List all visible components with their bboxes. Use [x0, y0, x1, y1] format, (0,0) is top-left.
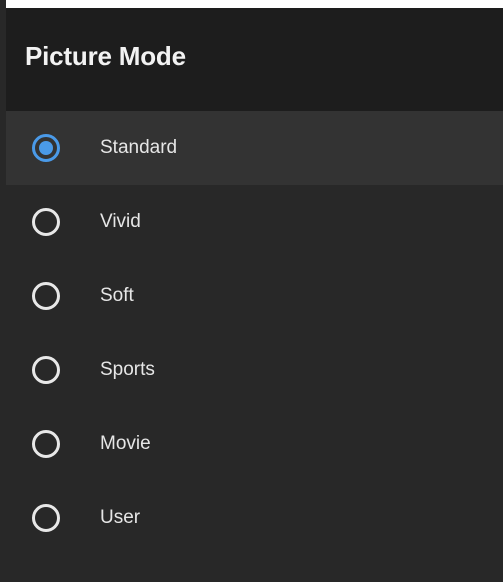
option-user[interactable]: User — [6, 481, 503, 555]
option-movie[interactable]: Movie — [6, 407, 503, 481]
option-soft[interactable]: Soft — [6, 259, 503, 333]
option-label: Sports — [100, 359, 155, 380]
option-label: Vivid — [100, 211, 141, 232]
radio-dot — [39, 141, 53, 155]
top-edge-strip — [6, 0, 503, 8]
radio-unchecked-icon[interactable] — [32, 356, 60, 384]
page-title: Picture Mode — [25, 41, 186, 71]
radio-unchecked-icon[interactable] — [32, 208, 60, 236]
option-vivid[interactable]: Vivid — [6, 185, 503, 259]
picture-mode-options: Standard Vivid Soft Sports Movie User — [6, 111, 503, 555]
picture-mode-panel: Picture Mode Standard Vivid Soft Sports … — [0, 0, 503, 582]
option-sports[interactable]: Sports — [6, 333, 503, 407]
option-label: Standard — [100, 137, 178, 158]
option-standard[interactable]: Standard — [6, 111, 503, 185]
panel-header: Picture Mode — [6, 8, 503, 111]
radio-checked-icon[interactable] — [32, 134, 60, 162]
option-label: User — [100, 507, 141, 528]
radio-unchecked-icon[interactable] — [32, 282, 60, 310]
radio-unchecked-icon[interactable] — [32, 504, 60, 532]
radio-unchecked-icon[interactable] — [32, 430, 60, 458]
option-label: Soft — [100, 285, 134, 306]
option-label: Movie — [100, 433, 151, 454]
